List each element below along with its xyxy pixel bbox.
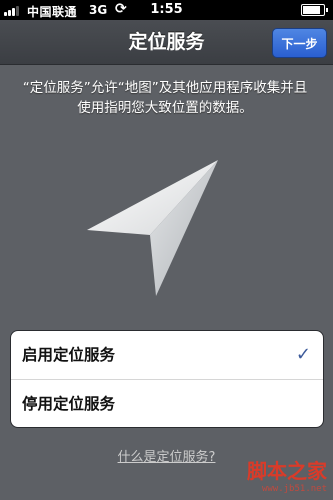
checkmark-icon: ✓: [295, 344, 311, 365]
location-options-list: 启用定位服务 ✓ 停用定位服务: [10, 330, 324, 428]
watermark-brand: 脚本之家: [247, 459, 327, 483]
enable-location-label: 启用定位服务: [22, 346, 116, 364]
disable-location-option[interactable]: 停用定位服务: [11, 379, 323, 427]
watermark-logo: 脚本之家 www.jb51.net: [247, 455, 327, 494]
disable-location-label: 停用定位服务: [22, 395, 116, 413]
enable-location-option[interactable]: 启用定位服务 ✓: [11, 331, 323, 379]
watermark-url: www.jb51.net: [261, 484, 327, 494]
